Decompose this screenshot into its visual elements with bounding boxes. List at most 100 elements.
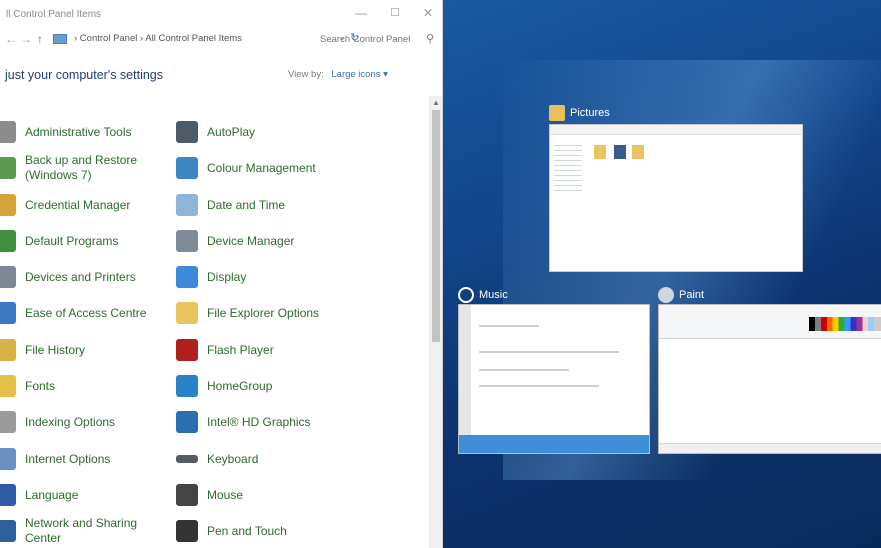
item-label: Date and Time xyxy=(207,197,286,212)
item-label: Intel® HD Graphics xyxy=(207,414,311,429)
item-devices-printers[interactable]: Devices and Printers xyxy=(0,259,165,295)
minimize-button[interactable]: — xyxy=(346,4,376,22)
homegroup-icon xyxy=(176,375,198,397)
content-line xyxy=(479,325,539,327)
music-label[interactable]: Music xyxy=(458,287,508,303)
item-flash-player[interactable]: Flash Player xyxy=(176,332,347,368)
item-file-history[interactable]: File History xyxy=(0,332,165,368)
item-label: Fonts xyxy=(25,378,56,393)
control-panel-window: ll Control Panel Items — ☐ ✕ ← → ↑ › Con… xyxy=(0,0,443,548)
device-manager-icon xyxy=(176,230,198,252)
item-mouse[interactable]: Mouse xyxy=(176,477,347,513)
search-input[interactable] xyxy=(314,30,438,49)
item-label: Internet Options xyxy=(25,451,111,466)
colour-management-icon xyxy=(176,157,198,179)
view-by: View by: Large icons ▾ xyxy=(288,69,388,80)
item-date-time[interactable]: Date and Time xyxy=(176,187,347,223)
ease-of-access-icon xyxy=(0,302,16,324)
item-label: Device Manager xyxy=(207,233,295,248)
item-homegroup[interactable]: HomeGroup xyxy=(176,368,347,404)
address-bar: ← → ↑ › Control Panel › All Control Pane… xyxy=(0,28,442,52)
internet-options-icon xyxy=(0,448,16,470)
scroll-up-icon[interactable]: ▲ xyxy=(432,98,440,107)
folder-icon xyxy=(594,145,606,159)
paint-window-thumbnail[interactable] xyxy=(658,304,881,454)
page-title: just your computer's settings xyxy=(5,68,164,82)
display-icon xyxy=(176,266,198,288)
autoplay-icon xyxy=(176,121,198,143)
address-field[interactable]: › Control Panel › All Control Panel Item… xyxy=(50,30,359,48)
item-pen-touch[interactable]: Pen and Touch xyxy=(176,513,347,548)
item-label: Language xyxy=(25,487,79,502)
item-device-manager[interactable]: Device Manager xyxy=(176,223,347,259)
control-panel-icon xyxy=(53,34,67,44)
flash-player-icon xyxy=(176,339,198,361)
pictures-label[interactable]: Pictures xyxy=(549,105,610,121)
item-autoplay[interactable]: AutoPlay xyxy=(176,114,347,150)
item-label: Network and Sharing Center xyxy=(25,516,138,545)
indexing-options-icon xyxy=(0,411,16,433)
window-title: ll Control Panel Items xyxy=(6,9,102,20)
administrative-tools-icon xyxy=(0,121,16,143)
network-sharing-icon xyxy=(0,520,16,542)
pen-touch-icon xyxy=(176,520,198,542)
item-backup-restore[interactable]: Back up and Restore (Windows 7) xyxy=(0,150,165,186)
item-label: Back up and Restore (Windows 7) xyxy=(25,153,138,182)
item-label: Indexing Options xyxy=(25,414,116,429)
paint-label[interactable]: Paint xyxy=(658,287,704,303)
intel-hd-graphics-icon xyxy=(176,411,198,433)
paint-title: Paint xyxy=(679,289,705,301)
forward-arrow-icon[interactable]: → xyxy=(19,32,33,46)
item-language[interactable]: Language xyxy=(0,477,165,513)
maximize-button[interactable]: ☐ xyxy=(380,4,410,22)
item-label: Ease of Access Centre xyxy=(25,305,147,320)
item-default-programs[interactable]: Default Programs xyxy=(0,223,165,259)
fonts-icon xyxy=(0,375,16,397)
up-arrow-icon[interactable]: ↑ xyxy=(33,32,47,46)
item-fonts[interactable]: Fonts xyxy=(0,368,165,404)
devices-printers-icon xyxy=(0,266,16,288)
item-label: Flash Player xyxy=(207,342,274,357)
item-display[interactable]: Display xyxy=(176,259,347,295)
search-icon[interactable]: ⚲ xyxy=(426,32,434,45)
item-file-explorer-options[interactable]: File Explorer Options xyxy=(176,295,347,331)
content-line xyxy=(479,351,619,353)
language-icon xyxy=(0,484,16,506)
close-button[interactable]: ✕ xyxy=(413,4,442,22)
title-bar[interactable]: ll Control Panel Items — ☐ ✕ xyxy=(0,0,442,28)
image-icon xyxy=(614,145,626,159)
item-indexing-options[interactable]: Indexing Options xyxy=(0,404,165,440)
colour-palette xyxy=(809,317,881,331)
item-label: Administrative Tools xyxy=(25,124,132,139)
credential-manager-icon xyxy=(0,194,16,216)
item-administrative-tools[interactable]: Administrative Tools xyxy=(0,114,165,150)
vertical-scrollbar[interactable]: ▲ xyxy=(429,96,442,548)
folder-icon xyxy=(632,145,644,159)
item-label: Colour Management xyxy=(207,160,316,175)
breadcrumb[interactable]: › Control Panel › All Control Panel Item… xyxy=(74,33,242,44)
item-credential-manager[interactable]: Credential Manager xyxy=(0,187,165,223)
paint-status-bar xyxy=(659,443,881,453)
file-explorer-options-icon xyxy=(176,302,198,324)
item-label: File Explorer Options xyxy=(207,305,320,320)
item-network-sharing[interactable]: Network and Sharing Center xyxy=(0,513,165,548)
pictures-window-thumbnail[interactable] xyxy=(549,124,803,272)
paint-ribbon xyxy=(659,305,881,339)
scrollbar-thumb[interactable] xyxy=(432,110,440,342)
item-intel-hd-graphics[interactable]: Intel® HD Graphics xyxy=(176,404,347,440)
item-colour-management[interactable]: Colour Management xyxy=(176,150,347,186)
music-app-icon xyxy=(458,287,474,303)
folder-icon xyxy=(549,105,565,121)
item-label: HomeGroup xyxy=(207,378,273,393)
view-by-dropdown[interactable]: Large icons ▾ xyxy=(331,69,388,80)
control-panel-items: Administrative Tools Back up and Restore… xyxy=(0,110,428,548)
back-arrow-icon[interactable]: ← xyxy=(4,32,18,46)
item-keyboard[interactable]: Keyboard xyxy=(176,441,347,477)
mouse-icon xyxy=(176,484,198,506)
item-ease-of-access[interactable]: Ease of Access Centre xyxy=(0,295,165,331)
music-window-thumbnail[interactable] xyxy=(458,304,650,454)
paint-app-icon xyxy=(658,287,674,303)
item-internet-options[interactable]: Internet Options xyxy=(0,441,165,477)
search-box[interactable]: ⚲ xyxy=(314,30,438,49)
content-line xyxy=(479,369,569,371)
